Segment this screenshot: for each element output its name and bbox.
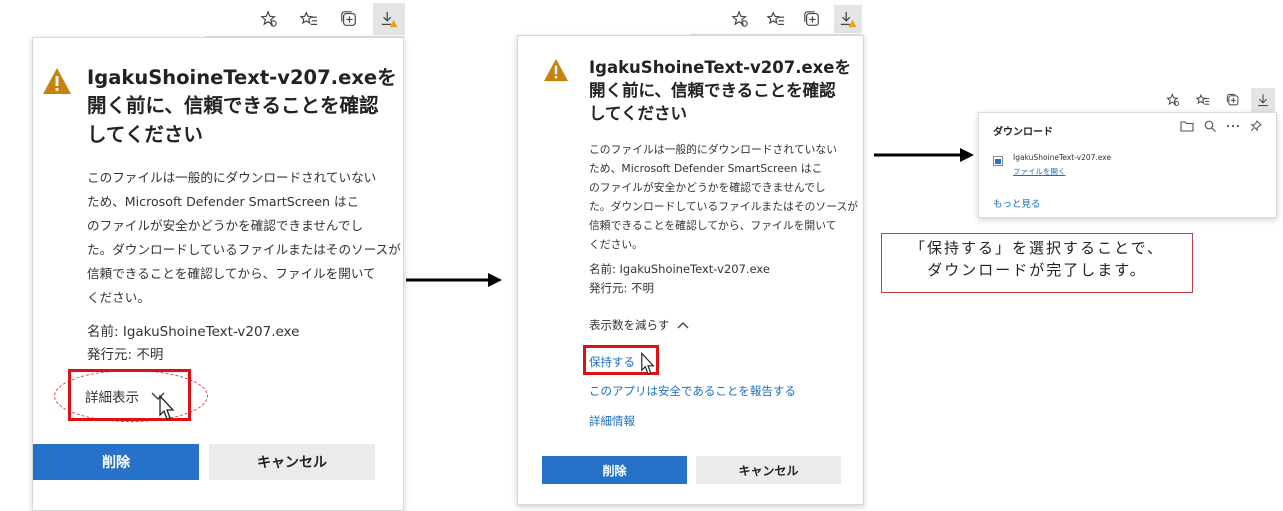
more-info-link[interactable]: 詳細情報 — [589, 413, 635, 429]
cancel-button[interactable]: キャンセル — [209, 444, 375, 480]
downloads-panel: ダウンロード IgakuShoineText-v207.exe ファイルを開く … — [978, 112, 1277, 218]
smartscreen-dialog-expanded: IgakuShoineText-v207.exeを 開く前に、信頼できることを確… — [517, 35, 864, 505]
download-warning-icon — [381, 11, 398, 28]
publisher-label: 発行元: 不明 — [87, 347, 164, 363]
mouse-cursor-icon — [159, 395, 175, 420]
add-favorite-button[interactable] — [1161, 88, 1185, 112]
browser-toolbar-right — [1130, 87, 1275, 113]
download-item[interactable]: IgakuShoineText-v207.exe ファイルを開く — [993, 153, 1263, 183]
collections-button[interactable] — [798, 5, 826, 33]
downloads-button[interactable] — [373, 3, 405, 35]
search-icon[interactable] — [1204, 120, 1216, 132]
chevron-up-icon — [677, 322, 689, 329]
dialog-title: IgakuShoineText-v207.exeを 開く前に、信頼できることを確… — [87, 66, 397, 146]
downloads-panel-actions — [1170, 120, 1262, 132]
collections-icon — [1226, 93, 1239, 106]
download-icon — [1258, 94, 1268, 107]
favorites-list-icon — [1196, 93, 1210, 105]
mouse-cursor-icon — [641, 352, 655, 375]
cancel-button[interactable]: キャンセル — [696, 456, 841, 484]
star-add-icon — [1166, 93, 1180, 107]
favorites-button[interactable] — [293, 3, 325, 35]
downloads-button[interactable] — [834, 5, 862, 33]
collections-button[interactable] — [1221, 88, 1245, 112]
file-name-label: 名前: IgakuShoineText-v207.exe — [87, 324, 300, 340]
favorites-button[interactable] — [762, 5, 790, 33]
warning-icon — [544, 58, 568, 82]
star-add-icon — [260, 10, 277, 27]
favorites-button[interactable] — [1191, 88, 1215, 112]
collections-icon — [341, 11, 356, 26]
open-file-link[interactable]: ファイルを開く — [1013, 166, 1066, 177]
favorites-list-icon — [300, 11, 318, 25]
download-file-name: IgakuShoineText-v207.exe — [1013, 153, 1112, 162]
add-favorite-button[interactable] — [253, 3, 285, 35]
browser-toolbar-middle — [690, 4, 862, 35]
more-options-icon[interactable] — [1226, 120, 1240, 132]
download-warning-icon — [840, 11, 857, 28]
dialog-title: IgakuShoineText-v207.exeを 開く前に、信頼できることを確… — [589, 58, 851, 123]
collections-icon — [804, 11, 819, 26]
open-folder-icon[interactable] — [1180, 120, 1194, 132]
exe-file-icon — [993, 156, 1003, 166]
show-less-toggle[interactable]: 表示数を減らす — [589, 317, 689, 333]
smartscreen-dialog-collapsed: IgakuShoineText-v207.exeを 開く前に、信頼できることを確… — [32, 37, 404, 511]
see-more-link[interactable]: もっと見る — [993, 196, 1041, 210]
file-name-label: 名前: IgakuShoineText-v207.exe — [589, 262, 770, 276]
star-add-icon — [731, 10, 748, 27]
dialog-body-text: このファイルは一般的にダウンロードされていない ため、Microsoft Def… — [87, 170, 401, 305]
instruction-note: 「保持する」を選択することで、 ダウンロードが完了します。 — [881, 233, 1193, 293]
dialog-body-text: このファイルは一般的にダウンロードされていない ため、Microsoft Def… — [589, 143, 859, 251]
delete-button[interactable]: 削除 — [33, 444, 199, 480]
warning-icon — [43, 68, 71, 94]
publisher-label: 発行元: 不明 — [589, 281, 655, 295]
pin-icon[interactable] — [1250, 120, 1262, 132]
downloads-panel-title: ダウンロード — [993, 127, 1053, 138]
flow-arrow-2 — [874, 148, 974, 162]
collections-button[interactable] — [333, 3, 365, 35]
flow-arrow-1 — [406, 273, 502, 287]
show-less-label: 表示数を減らす — [589, 318, 670, 332]
downloads-button[interactable] — [1251, 88, 1275, 112]
delete-button[interactable]: 削除 — [542, 456, 687, 484]
add-favorite-button[interactable] — [726, 5, 754, 33]
report-safe-link[interactable]: このアプリは安全であることを報告する — [589, 383, 796, 399]
browser-toolbar-left — [205, 2, 405, 37]
favorites-list-icon — [767, 11, 785, 25]
